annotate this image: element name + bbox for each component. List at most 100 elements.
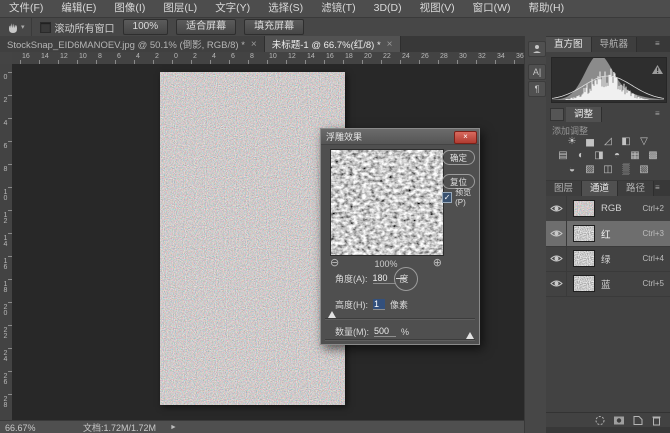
histogram-warning-icon[interactable] <box>652 61 663 79</box>
scroll-all-windows-checkbox[interactable] <box>40 22 51 33</box>
fill-screen-button[interactable]: 填充屏幕 <box>244 19 304 35</box>
tab-adjustments[interactable]: 调整 <box>566 107 602 122</box>
channel-row-RGB[interactable]: RGBCtrl+2 <box>546 196 670 222</box>
histogram-panel <box>551 57 667 103</box>
tab-histogram[interactable]: 直方图 <box>546 37 592 52</box>
angle-dial-needle <box>396 278 406 279</box>
height-slider-track[interactable] <box>325 318 475 320</box>
channel-thumbnail[interactable] <box>573 225 595 242</box>
document-tab-2[interactable]: 未标题-1 @ 66.7%(红/8) *× <box>265 36 401 52</box>
channel-shortcut: Ctrl+2 <box>642 204 670 213</box>
delete-channel-icon[interactable] <box>651 415 662 426</box>
menu-item-11[interactable]: 帮助(H) <box>520 0 574 17</box>
ruler-number: 30 <box>459 53 467 60</box>
black-white-adjustment-icon[interactable]: ◨ <box>593 149 606 162</box>
menu-item-2[interactable]: 编辑(E) <box>52 0 105 17</box>
preview-option[interactable]: ✓ 预览(P) <box>442 187 479 207</box>
tab-navigator[interactable]: 导航器 <box>592 37 638 52</box>
tab-layers[interactable]: 图层 <box>546 181 582 196</box>
emboss-dialog: 浮雕效果 × 确定 复位 ✓ 预览(P) ⊖ 100% ⊕ 角度(A): 180… <box>320 128 480 345</box>
amount-slider-track[interactable] <box>325 339 475 341</box>
channel-mixer-adjustment-icon[interactable]: ▦ <box>629 149 642 162</box>
channel-thumbnail[interactable] <box>573 250 595 267</box>
dialog-close-button[interactable]: × <box>454 131 477 144</box>
scroll-all-windows-option[interactable]: 滚动所有窗口 <box>40 20 115 35</box>
adjustments-panel-menu-icon[interactable]: ≡ <box>655 110 666 118</box>
amount-slider-thumb[interactable] <box>466 332 474 339</box>
ok-button[interactable]: 确定 <box>442 150 475 165</box>
channel-row-红[interactable]: 红Ctrl+3 <box>546 221 670 247</box>
tab-close-icon[interactable]: × <box>387 39 393 50</box>
save-selection-as-channel-icon[interactable] <box>613 415 625 426</box>
height-input[interactable]: 1 <box>373 299 385 310</box>
menu-item-10[interactable]: 窗口(W) <box>464 0 520 17</box>
tab-close-icon[interactable]: × <box>251 39 257 50</box>
height-slider-thumb[interactable] <box>328 311 336 318</box>
channel-row-蓝[interactable]: 蓝Ctrl+5 <box>546 271 670 297</box>
menu-item-6[interactable]: 选择(S) <box>259 0 312 17</box>
threshold-adjustment-icon[interactable]: ◫ <box>602 163 615 176</box>
menu-item-3[interactable]: 图像(I) <box>105 0 154 17</box>
amount-input[interactable]: 500 <box>374 326 396 337</box>
options-bar: ▾ 滚动所有窗口 100% 适合屏幕 填充屏幕 <box>0 18 670 37</box>
person-panel-icon[interactable] <box>528 41 546 57</box>
channels-panel-menu-icon[interactable]: ≡ <box>655 184 666 192</box>
zoom-100-button[interactable]: 100% <box>123 19 169 35</box>
hand-tool-icon <box>6 21 19 34</box>
visibility-eye-icon[interactable] <box>546 271 567 296</box>
ruler-number: 14 <box>41 53 49 60</box>
vibrance-adjustment-icon[interactable]: ▽ <box>638 135 651 148</box>
exposure-adjustment-icon[interactable]: ◧ <box>620 135 633 148</box>
angle-input[interactable]: 180 <box>373 273 395 284</box>
adjustment-icon-row: ◒ ▨ ◫ ▒ ▧ <box>546 163 670 176</box>
tab-paths[interactable]: 路径 <box>618 181 654 196</box>
zoom-out-icon[interactable]: ⊖ <box>330 258 339 269</box>
character-panel-icon[interactable]: A| <box>528 64 546 80</box>
channel-row-绿[interactable]: 绿Ctrl+4 <box>546 246 670 272</box>
document-tab-1[interactable]: StockSnap_EID6MANOEV.jpg @ 50.1% (倒影, RG… <box>0 36 265 52</box>
visibility-eye-icon[interactable] <box>546 246 567 271</box>
menu-item-1[interactable]: 文件(F) <box>0 0 52 17</box>
adjustments-panel-icon[interactable] <box>550 108 564 121</box>
menu-item-8[interactable]: 3D(D) <box>365 0 411 17</box>
status-popup-arrow-icon[interactable]: ► <box>156 424 177 431</box>
channel-thumbnail[interactable] <box>573 275 595 292</box>
menu-item-5[interactable]: 文字(Y) <box>206 0 259 17</box>
color-balance-adjustment-icon[interactable]: ◐ <box>575 149 588 162</box>
adjustment-icon-row: ▤ ◐ ◨ ◓ ▦ ▩ <box>546 149 670 162</box>
status-zoom-field[interactable]: 66.67% <box>0 423 65 433</box>
paragraph-panel-icon[interactable]: ¶ <box>528 81 546 97</box>
brightness-contrast-adjustment-icon[interactable]: ☀ <box>566 135 579 148</box>
selective-color-adjustment-icon[interactable]: ▧ <box>638 163 651 176</box>
posterize-adjustment-icon[interactable]: ▨ <box>584 163 597 176</box>
levels-adjustment-icon[interactable]: ▅ <box>584 135 597 148</box>
visibility-eye-icon[interactable] <box>546 221 567 246</box>
invert-adjustment-icon[interactable]: ◒ <box>566 163 579 176</box>
load-channel-selection-icon[interactable] <box>594 415 606 426</box>
visibility-eye-icon[interactable] <box>546 196 567 221</box>
fit-screen-button[interactable]: 适合屏幕 <box>176 19 236 35</box>
tab-channels[interactable]: 通道 <box>582 181 618 196</box>
color-lookup-adjustment-icon[interactable]: ▩ <box>647 149 660 162</box>
ruler-number: 8 <box>98 53 102 60</box>
zoom-in-icon[interactable]: ⊕ <box>433 258 442 269</box>
filter-preview[interactable] <box>330 149 444 256</box>
curves-adjustment-icon[interactable]: ◿ <box>602 135 615 148</box>
menu-item-7[interactable]: 滤镜(T) <box>312 0 364 17</box>
photo-filter-adjustment-icon[interactable]: ◓ <box>611 149 624 162</box>
ruler-number: 20 <box>364 53 372 60</box>
dialog-title: 浮雕效果 <box>321 130 362 143</box>
preview-checkbox[interactable]: ✓ <box>442 192 452 203</box>
document-image[interactable] <box>160 72 345 405</box>
hue-saturation-adjustment-icon[interactable]: ▤ <box>557 149 570 162</box>
channel-thumbnail[interactable] <box>573 200 595 217</box>
ruler-number: 10 <box>2 189 9 201</box>
ruler-number: 2 <box>193 53 197 60</box>
new-channel-icon[interactable] <box>632 415 644 426</box>
menu-item-9[interactable]: 视图(V) <box>411 0 464 17</box>
panel-menu-icon[interactable]: ≡ <box>655 40 666 48</box>
tool-preset-well[interactable]: ▾ <box>0 18 32 36</box>
gradient-map-adjustment-icon[interactable]: ▒ <box>620 163 633 176</box>
angle-dial[interactable] <box>394 267 418 291</box>
menu-item-4[interactable]: 图层(L) <box>154 0 206 17</box>
